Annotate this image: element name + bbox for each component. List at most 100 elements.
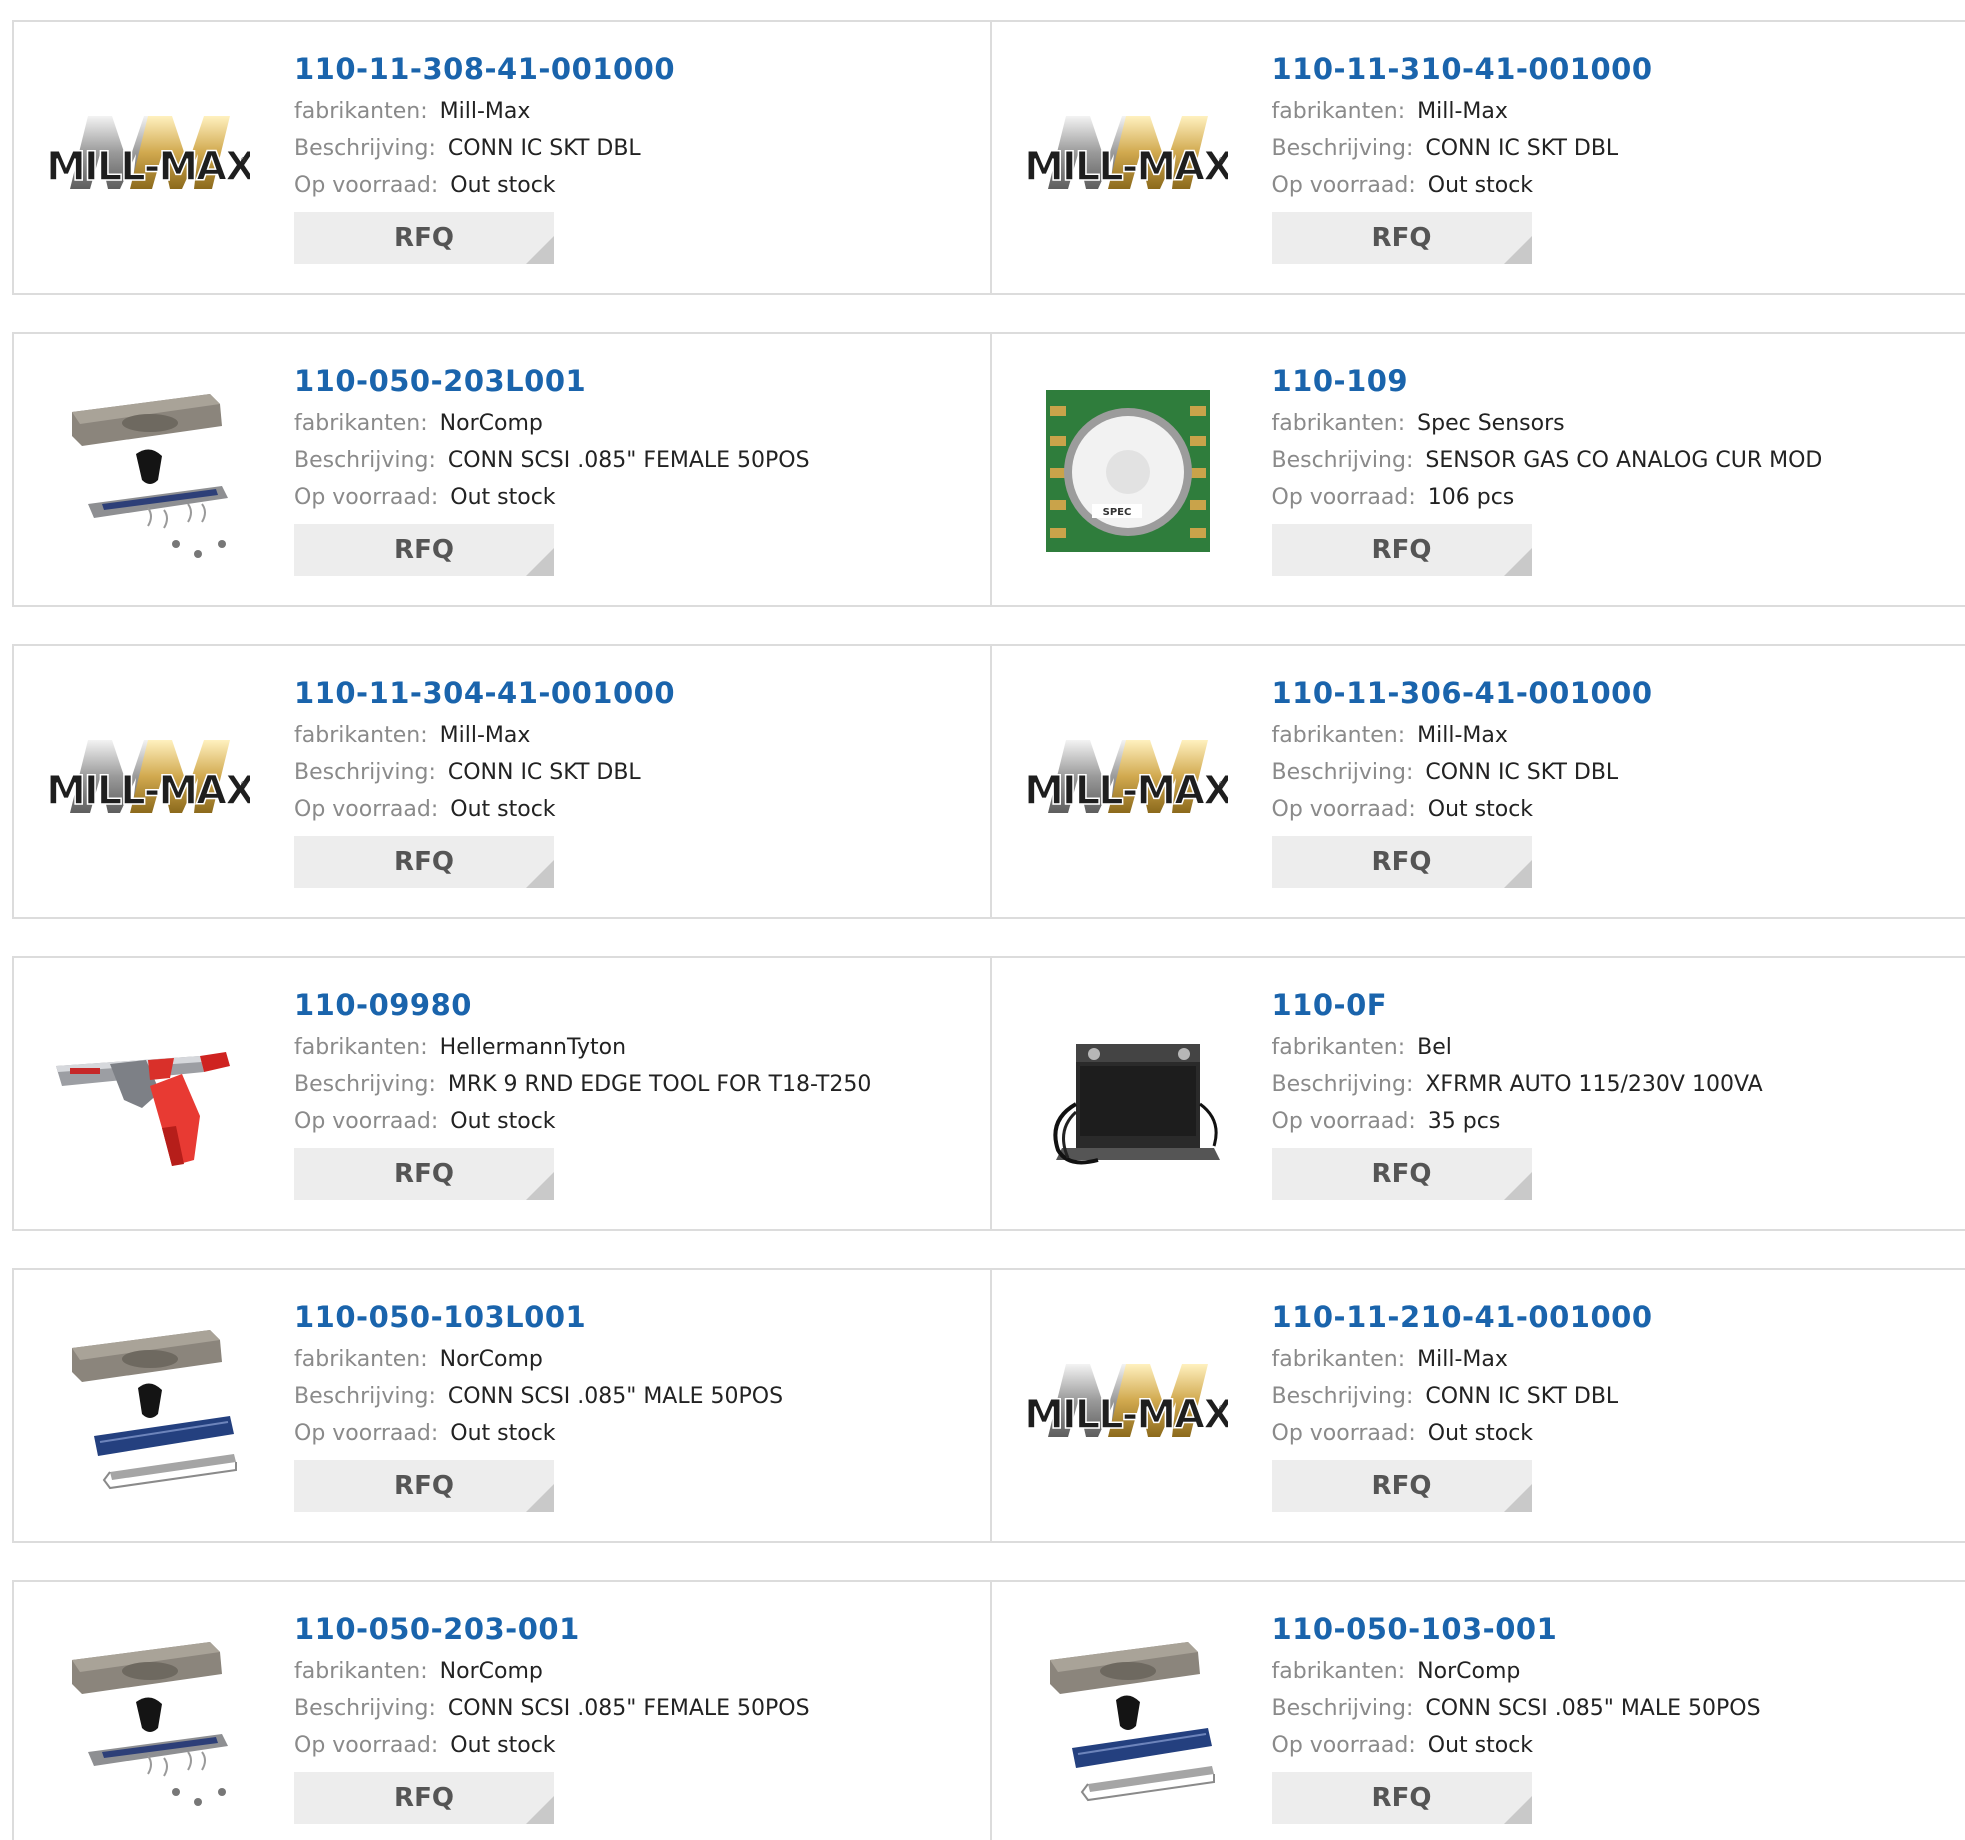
part-number-link[interactable]: 110-050-103L001 — [294, 1296, 783, 1338]
stock-value: Out stock — [450, 1733, 555, 1758]
product-image-millmax-logo[interactable]: MILL-MAX ® — [1028, 1312, 1228, 1502]
description-label: Beschrijving: — [1272, 1384, 1414, 1409]
description-value: SENSOR GAS CO ANALOG CUR MOD — [1425, 448, 1822, 473]
product-card: SPEC 110-109 fabrikanten:Spec Sensors Be… — [990, 334, 1965, 605]
description-line: Beschrijving:CONN IC SKT DBL — [294, 754, 675, 791]
description-label: Beschrijving: — [294, 448, 436, 473]
description-value: CONN IC SKT DBL — [1425, 136, 1618, 161]
manufacturer-value: NorComp — [440, 1659, 543, 1684]
rfq-button[interactable]: RFQ — [294, 524, 554, 576]
part-number-link[interactable]: 110-050-203-001 — [294, 1608, 810, 1650]
description-line: Beschrijving: CONN IC SKT DBL — [1272, 1378, 1653, 1415]
product-info: 110-09980 fabrikanten:HellermannTyton Be… — [294, 984, 871, 1200]
description-value: CONN IC SKT DBL — [448, 760, 641, 785]
description-label: Beschrijving: — [1272, 760, 1414, 785]
rfq-label: RFQ — [394, 1159, 454, 1189]
manufacturer-line: fabrikanten:NorComp — [1272, 1653, 1761, 1690]
rfq-button[interactable]: RFQ — [294, 212, 554, 264]
rfq-button[interactable]: RFQ — [1272, 836, 1532, 888]
product-image-millmax-logo[interactable]: MILL-MAX ® — [50, 688, 250, 878]
part-number-link[interactable]: 110-11-304-41-001000 — [294, 672, 675, 714]
part-number-link[interactable]: 110-0F — [1272, 984, 1763, 1026]
manufacturer-value: Mill-Max — [1417, 1347, 1508, 1372]
product-image-scsi-female-kit[interactable] — [50, 376, 250, 566]
product-info: 110-050-103-001 fabrikanten:NorComp Besc… — [1272, 1608, 1761, 1824]
rfq-button[interactable]: RFQ — [1272, 1772, 1532, 1824]
description-value: CONN IC SKT DBL — [1425, 1384, 1618, 1409]
manufacturer-line: fabrikanten: Bel — [1272, 1029, 1763, 1066]
stock-value: Out stock — [1428, 1733, 1533, 1758]
part-number-link[interactable]: 110-11-308-41-001000 — [294, 48, 675, 90]
product-image-millmax-logo[interactable]: MILL-MAX ® — [50, 64, 250, 254]
rfq-button[interactable]: RFQ — [294, 836, 554, 888]
rfq-label: RFQ — [1372, 1159, 1432, 1189]
manufacturer-label: fabrikanten: — [294, 411, 428, 436]
manufacturer-line: fabrikanten:NorComp — [294, 1653, 810, 1690]
product-image-tie-gun-tool[interactable] — [50, 1000, 250, 1190]
corner-fold-icon — [1504, 1172, 1532, 1200]
part-number-link[interactable]: 110-09980 — [294, 984, 871, 1026]
product-image-millmax-logo[interactable]: MILL-MAX ® — [1028, 688, 1228, 878]
stock-value: Out stock — [450, 485, 555, 510]
description-value: CONN SCSI .085" MALE 50POS — [448, 1384, 783, 1409]
part-number-link[interactable]: 110-109 — [1272, 360, 1823, 402]
rfq-button[interactable]: RFQ — [1272, 212, 1532, 264]
part-number-link[interactable]: 110-11-210-41-001000 — [1272, 1296, 1653, 1338]
svg-text:®: ® — [240, 780, 248, 789]
manufacturer-line: fabrikanten:Mill-Max — [294, 717, 675, 754]
manufacturer-value: Mill-Max — [440, 99, 531, 124]
product-image-gas-sensor-module[interactable]: SPEC — [1028, 376, 1228, 566]
product-image-millmax-logo[interactable]: MILL-MAX ® — [1028, 64, 1228, 254]
stock-value: Out stock — [450, 797, 555, 822]
manufacturer-line: fabrikanten:Mill-Max — [1272, 1341, 1653, 1378]
product-info: 110-11-304-41-001000 fabrikanten:Mill-Ma… — [294, 672, 675, 888]
stock-label: Op voorraad: — [1272, 797, 1416, 822]
stock-value: Out stock — [1428, 173, 1533, 198]
manufacturer-value: Mill-Max — [1417, 723, 1508, 748]
rfq-button[interactable]: RFQ — [1272, 1148, 1532, 1200]
product-row: MILL-MAX ® 110-11-308-41-001000 fabrikan… — [12, 20, 1965, 295]
stock-line: Op voorraad:106 pcs — [1272, 479, 1823, 516]
stock-label: Op voorraad: — [294, 1109, 438, 1134]
rfq-button[interactable]: RFQ — [294, 1148, 554, 1200]
rfq-label: RFQ — [394, 1783, 454, 1813]
product-image-transformer[interactable] — [1028, 1000, 1228, 1190]
part-number-link[interactable]: 110-11-310-41-001000 — [1272, 48, 1653, 90]
manufacturer-label: fabrikanten: — [1272, 1035, 1406, 1060]
manufacturer-line: fabrikanten:NorComp — [294, 1341, 783, 1378]
manufacturer-label: fabrikanten: — [294, 1347, 428, 1372]
product-row: 110-050-203L001 fabrikanten:NorComp Besc… — [12, 332, 1965, 607]
product-image-scsi-female-kit[interactable] — [50, 1624, 250, 1814]
description-label: Beschrijving: — [1272, 1072, 1414, 1097]
rfq-button[interactable]: RFQ — [1272, 524, 1532, 576]
product-info: 110-050-203-001 fabrikanten:NorComp Besc… — [294, 1608, 810, 1824]
part-number-link[interactable]: 110-050-103-001 — [1272, 1608, 1761, 1650]
rfq-button[interactable]: RFQ — [1272, 1460, 1532, 1512]
manufacturer-value: Mill-Max — [440, 723, 531, 748]
description-line: Beschrijving:CONN SCSI .085" MALE 50POS — [294, 1378, 783, 1415]
product-grid: MILL-MAX ® 110-11-308-41-001000 fabrikan… — [12, 20, 1965, 1840]
manufacturer-line: fabrikanten:Mill-Max — [1272, 717, 1653, 754]
rfq-button[interactable]: RFQ — [294, 1460, 554, 1512]
corner-fold-icon — [526, 1172, 554, 1200]
part-number-link[interactable]: 110-050-203L001 — [294, 360, 810, 402]
stock-label: Op voorraad: — [1272, 1109, 1416, 1134]
rfq-label: RFQ — [394, 223, 454, 253]
description-line: Beschrijving:MRK 9 RND EDGE TOOL FOR T18… — [294, 1066, 871, 1103]
svg-text:MILL-MAX: MILL-MAX — [50, 768, 250, 814]
rfq-label: RFQ — [1372, 1471, 1432, 1501]
rfq-button[interactable]: RFQ — [294, 1772, 554, 1824]
stock-value: Out stock — [1428, 797, 1533, 822]
rfq-label: RFQ — [394, 1471, 454, 1501]
stock-value: Out stock — [1428, 1421, 1533, 1446]
manufacturer-label: fabrikanten: — [1272, 411, 1406, 436]
svg-text:MILL-MAX: MILL-MAX — [50, 144, 250, 190]
manufacturer-value: Bel — [1417, 1035, 1452, 1060]
stock-label: Op voorraad: — [294, 1421, 438, 1446]
corner-fold-icon — [526, 860, 554, 888]
manufacturer-value: NorComp — [1417, 1659, 1520, 1684]
part-number-link[interactable]: 110-11-306-41-001000 — [1272, 672, 1653, 714]
product-image-scsi-male-kit[interactable] — [1028, 1624, 1228, 1814]
product-image-scsi-male-kit[interactable] — [50, 1312, 250, 1502]
corner-fold-icon — [526, 236, 554, 264]
